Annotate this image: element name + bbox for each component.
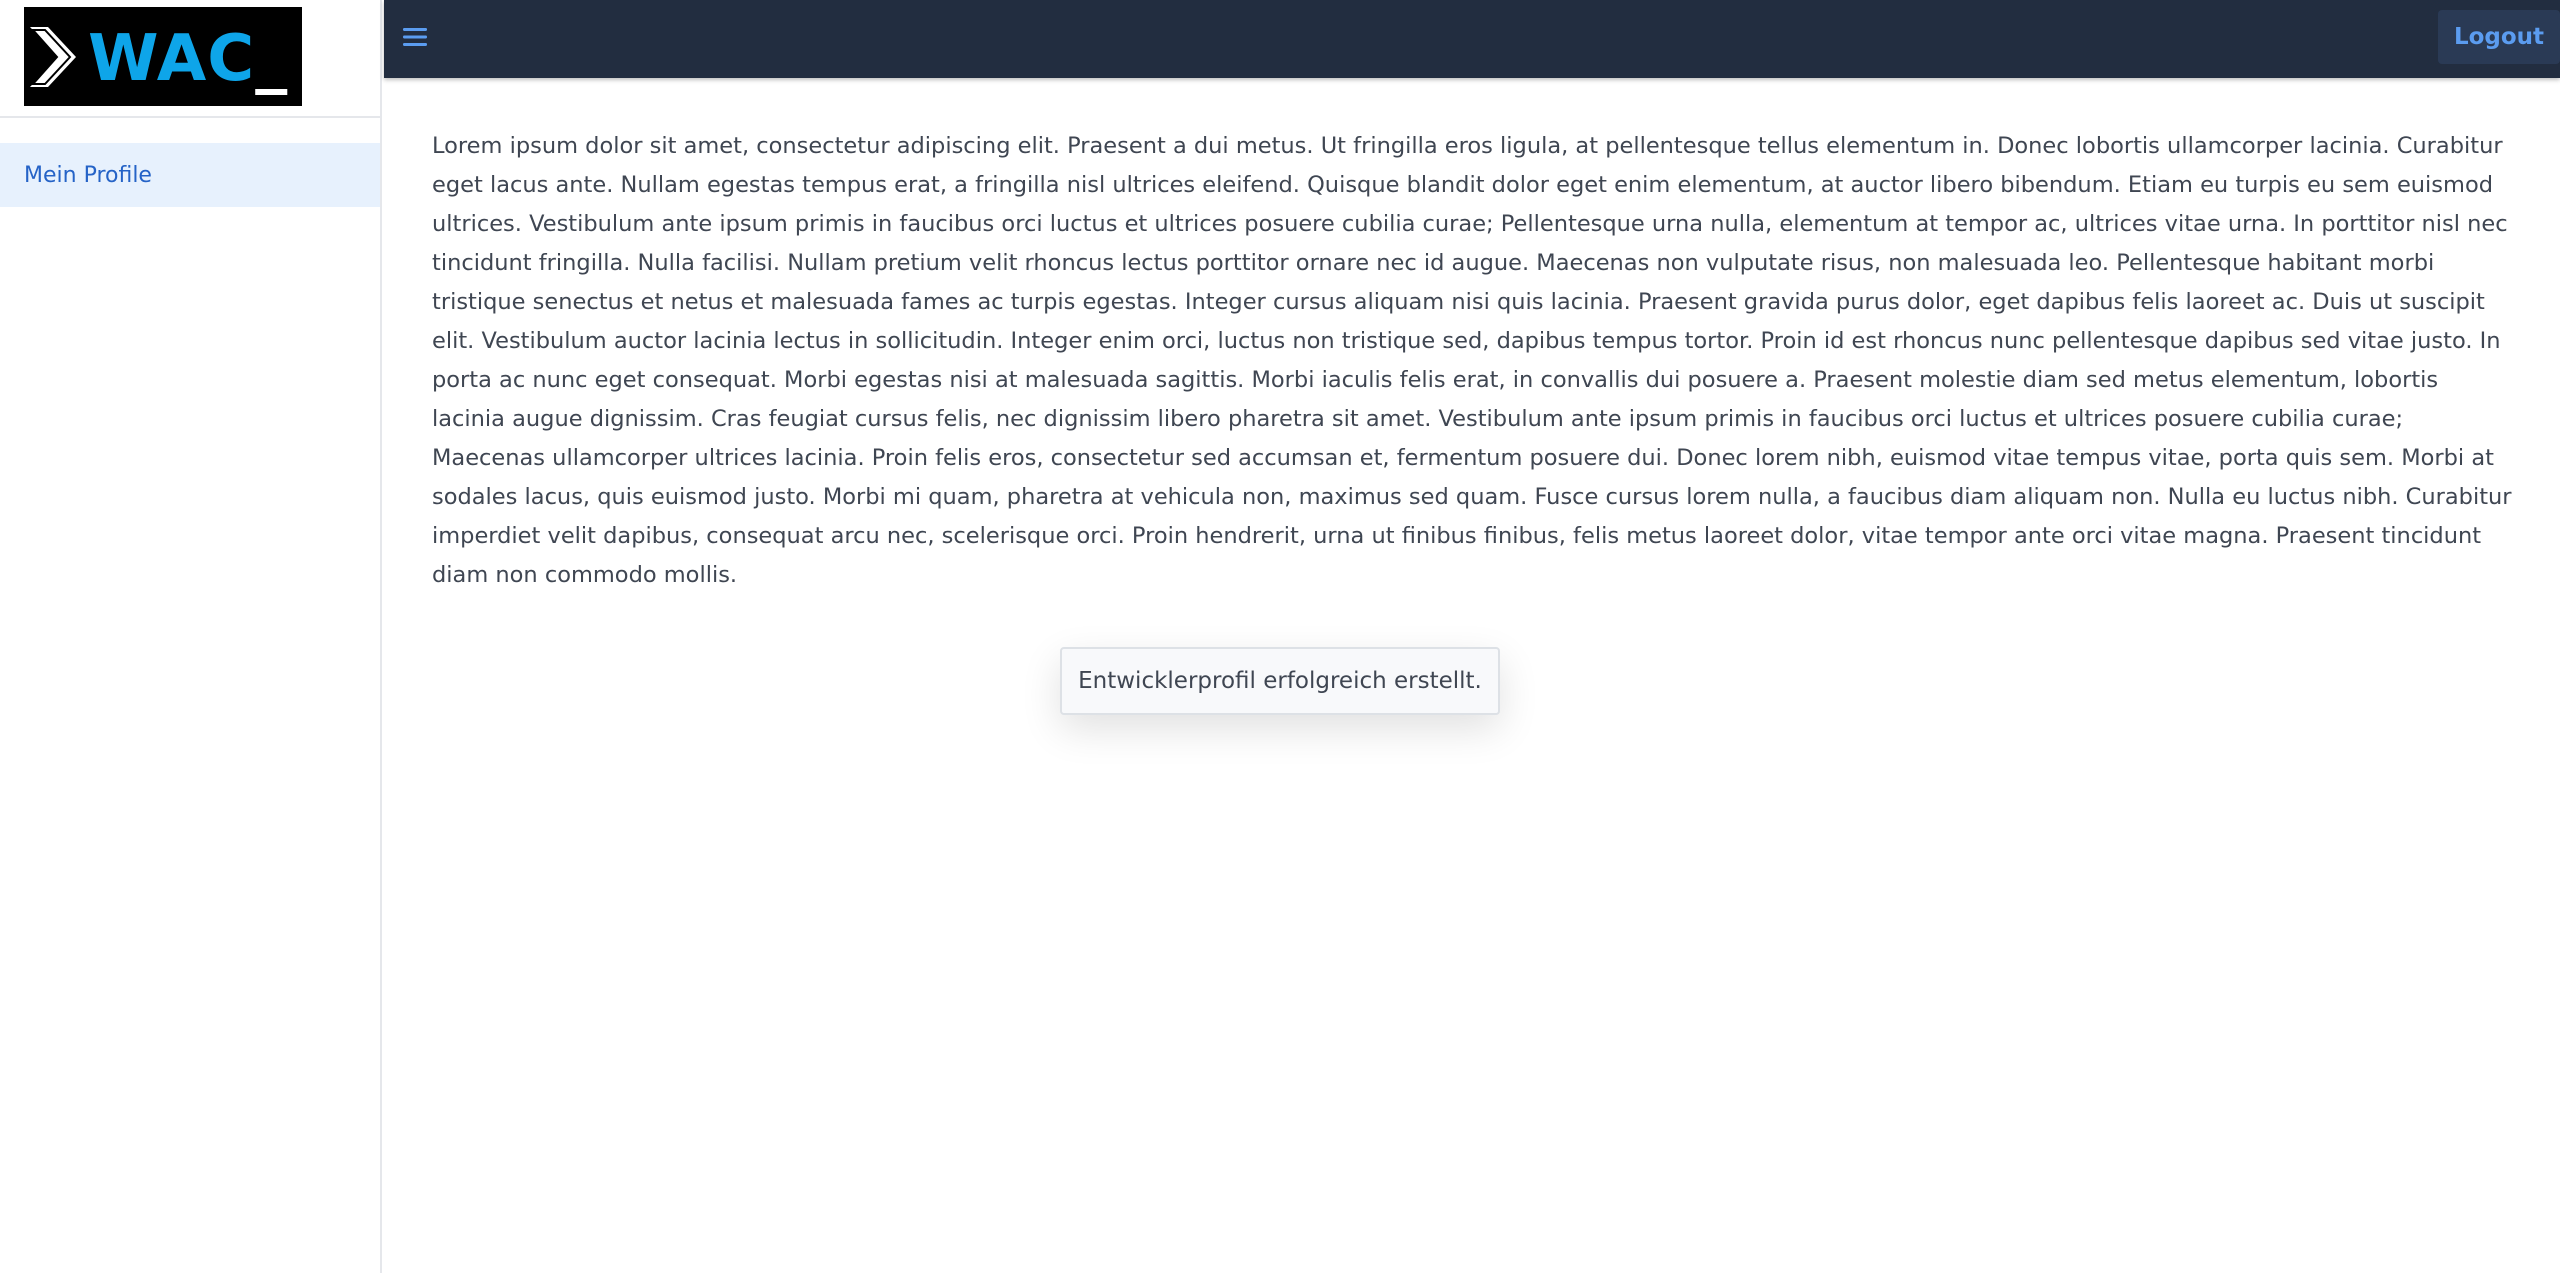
wac-logo[interactable]: WAC_ — [24, 7, 302, 106]
lorem-paragraph: Lorem ipsum dolor sit amet, consectetur … — [432, 133, 2512, 588]
app-layout: WAC_ Mein Profile Logout Lorem ipsum dol… — [0, 0, 2560, 1273]
logo-wordmark: WAC — [88, 21, 256, 96]
sidebar: WAC_ Mein Profile — [0, 0, 382, 1273]
logo-underscore: _ — [255, 21, 289, 96]
hamburger-menu-button[interactable] — [400, 22, 430, 52]
logout-button[interactable]: Logout — [2438, 10, 2560, 64]
sidebar-item-mein-profile[interactable]: Mein Profile — [0, 143, 380, 207]
logo-text: WAC_ — [88, 27, 288, 91]
sidebar-item-label: Mein Profile — [24, 162, 152, 188]
success-toast: Entwicklerprofil erfolgreich erstellt. — [1060, 647, 1500, 715]
toast-message: Entwicklerprofil erfolgreich erstellt. — [1078, 668, 1482, 694]
top-navbar: Logout — [384, 0, 2560, 78]
chevron-right-icon — [30, 26, 76, 87]
hamburger-menu-icon — [403, 28, 427, 46]
logo-area: WAC_ — [0, 0, 380, 118]
main-content: Lorem ipsum dolor sit amet, consectetur … — [432, 127, 2514, 595]
